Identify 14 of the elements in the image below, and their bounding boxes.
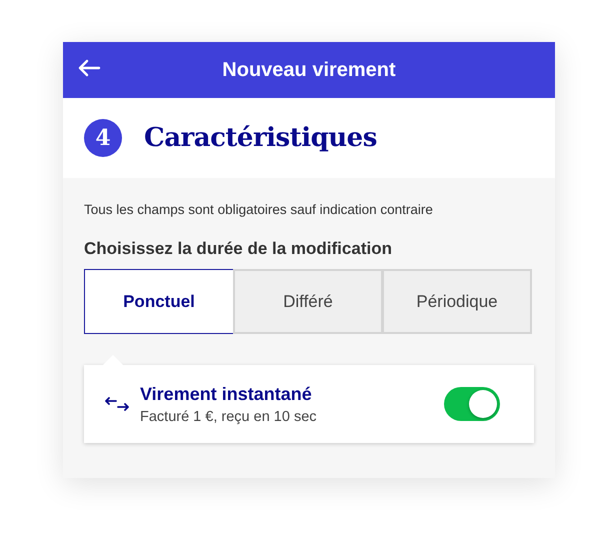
duration-option[interactable]: Différé (233, 269, 383, 334)
duration-option[interactable]: Périodique (382, 269, 532, 334)
duration-option[interactable]: Ponctuel (84, 269, 234, 334)
header-title: Nouveau virement (222, 58, 396, 82)
step-number: 4 (84, 119, 122, 157)
instant-transfer-subtitle: Facturé 1 €, reçu en 10 sec (140, 408, 318, 424)
back-arrow-icon (77, 59, 101, 77)
back-button[interactable] (77, 59, 101, 77)
notice-text: Tous les champs sont obligatoires sauf indication contraire (84, 202, 434, 217)
transfer-arrows-icon (104, 396, 130, 412)
instant-transfer-toggle[interactable] (444, 387, 500, 421)
question-label: Choisissez la durée de la modification (84, 239, 393, 259)
instant-transfer-title: Virement instantané (140, 384, 313, 404)
step-title: Caractéristiques (144, 123, 377, 153)
